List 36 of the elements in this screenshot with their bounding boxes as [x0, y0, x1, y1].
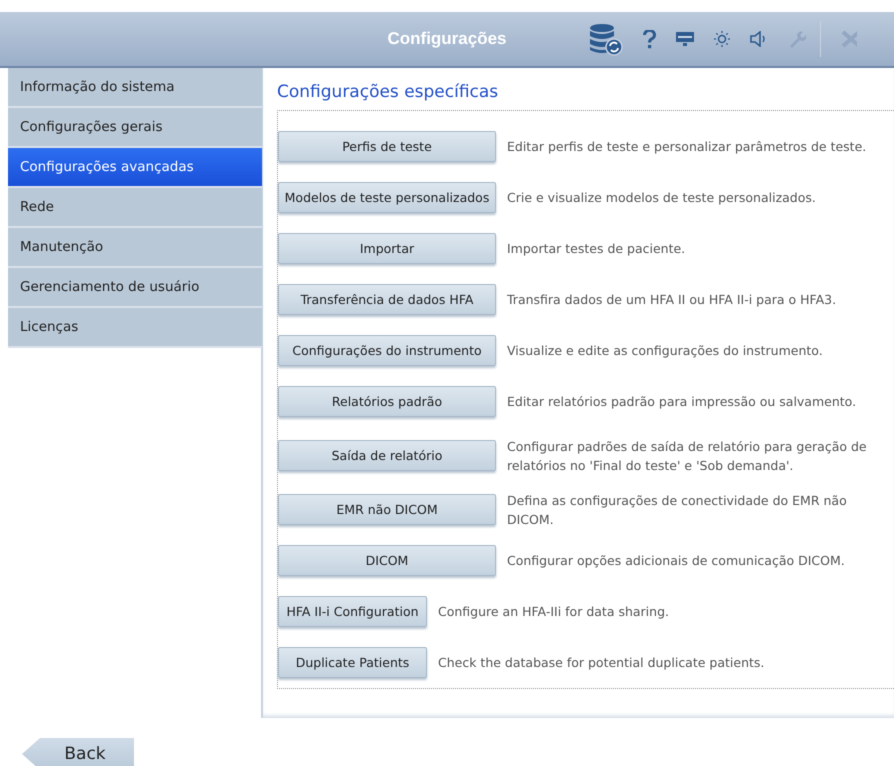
- option-description: Defina as configurações de conectividade do EMR não DICOM.: [507, 492, 848, 528]
- window-title: Configurações: [387, 29, 507, 49]
- option-button[interactable]: EMR não DICOM: [278, 494, 496, 525]
- option-description: Visualize e edite as configurações do instrumento.: [507, 342, 823, 360]
- option-button[interactable]: Transferência de dados HFA: [278, 284, 496, 315]
- sun-icon[interactable]: [714, 31, 730, 47]
- option-description: Configurar opções adicionais de comunicação DICOM.: [507, 552, 845, 570]
- option-description: Configurar padrões de saída de relatório para geração de relatórios no 'Final do teste' e 'Sob demanda'.: [507, 438, 868, 474]
- option-description: Check the database for potential duplicate patients.: [438, 654, 764, 672]
- monitor-icon[interactable]: [676, 32, 694, 46]
- sidebar-item[interactable]: Licenças: [8, 308, 262, 348]
- option-description: Crie e visualize modelos de teste personalizados.: [507, 189, 816, 207]
- back-button[interactable]: Back: [22, 738, 134, 766]
- sidebar-item[interactable]: Configurações gerais: [8, 108, 262, 148]
- option-button[interactable]: HFA II-i Configuration: [278, 596, 427, 627]
- option-description: Importar testes de paciente.: [507, 240, 686, 258]
- sidebar-item[interactable]: Manutenção: [8, 228, 262, 268]
- sidebar-item[interactable]: Rede: [8, 188, 262, 228]
- option-description: Transfira dados de um HFA II ou HFA II-i para o HFA3.: [507, 291, 836, 309]
- sidebar-item[interactable]: Configurações avançadas: [8, 148, 262, 188]
- option-button[interactable]: DICOM: [278, 545, 496, 576]
- option-description: Configure an HFA-IIi for data sharing.: [438, 603, 669, 621]
- option-button[interactable]: Modelos de teste personalizados: [278, 182, 496, 213]
- option-button[interactable]: Saída de relatório: [278, 440, 496, 471]
- option-button[interactable]: Relatórios padrão: [278, 386, 496, 417]
- option-button[interactable]: Importar: [278, 233, 496, 264]
- option-description: Editar perfis de teste e personalizar parâmetros de teste.: [507, 138, 866, 156]
- section-heading: Configurações específicas: [277, 82, 500, 102]
- sidebar-item[interactable]: Informação do sistema: [8, 68, 262, 108]
- option-description: Editar relatórios padrão para impressão ou salvamento.: [507, 393, 856, 411]
- option-button[interactable]: Configurações do instrumento: [278, 335, 496, 366]
- sidebar-item[interactable]: Gerenciamento de usuário: [8, 268, 262, 308]
- help-icon[interactable]: [643, 30, 656, 48]
- option-button[interactable]: Perfis de teste: [278, 131, 496, 162]
- database-sync-icon[interactable]: [589, 22, 623, 56]
- option-button[interactable]: Duplicate Patients: [278, 647, 427, 678]
